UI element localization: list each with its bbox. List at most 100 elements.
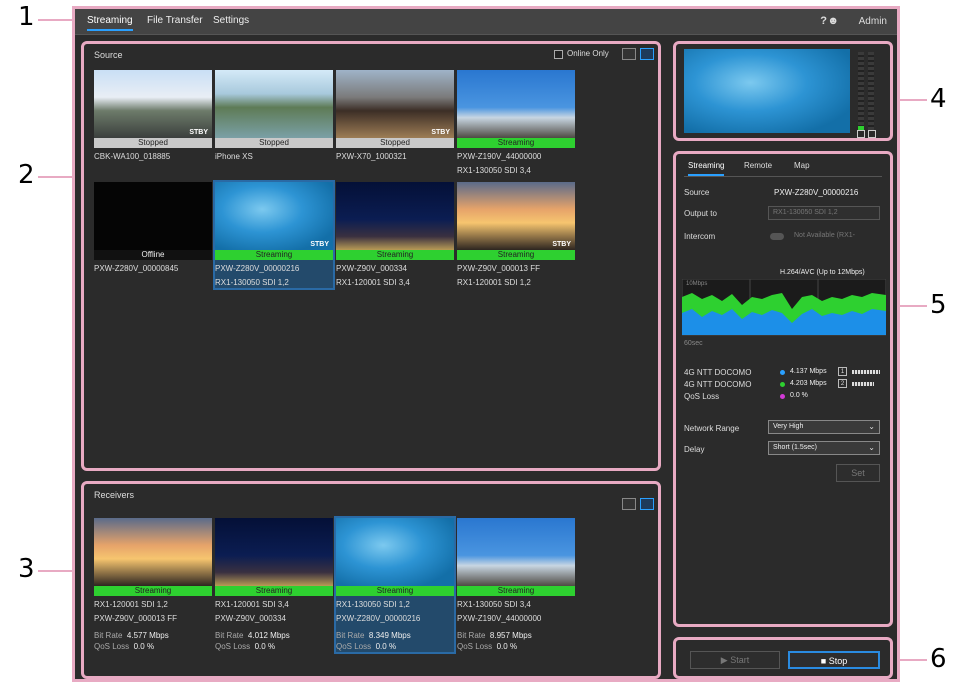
- thumbnail: [336, 182, 454, 250]
- stop-label: Stop: [828, 656, 848, 666]
- source-destination: RX1-130050 SDI 3,4: [457, 166, 531, 175]
- source-tile[interactable]: STBY Stopped CBK-WA100_018885: [94, 70, 212, 165]
- receiver-tile[interactable]: Streaming RX1-130050 SDI 3,4 PXW-Z190V_440…: [457, 518, 575, 652]
- source-tile[interactable]: Streaming PXW-Z90V_000334 RX1-120001 SDI 3…: [336, 182, 454, 288]
- callout-2: 2: [18, 160, 35, 190]
- callout-3: 3: [18, 554, 35, 584]
- graph-title: H.264/AVC (Up to 12Mbps): [780, 269, 865, 276]
- thumbnail: STBY: [94, 70, 212, 138]
- bit-rate-value: 4.012 Mbps: [247, 631, 290, 640]
- graph-ymax: 10Mbps: [686, 281, 708, 287]
- audio-meter-left: [858, 52, 864, 130]
- thumbnail: [336, 518, 454, 586]
- tab-remote[interactable]: Remote: [744, 161, 772, 170]
- receiver-stats: Bit Rate 4.012 Mbps QoS Loss 0.0 %: [215, 630, 333, 652]
- status-badge: Streaming: [457, 250, 575, 260]
- preview-panel: [673, 41, 893, 141]
- bit-rate-value: 8.957 Mbps: [489, 631, 532, 640]
- list-view-icon[interactable]: [622, 498, 636, 510]
- callout-5: 5: [930, 290, 947, 320]
- graph-xlabel: 60sec: [684, 340, 703, 347]
- intercom-toggle[interactable]: [770, 233, 784, 240]
- carrier-1-index: 1: [838, 367, 847, 376]
- source-destination: RX1-130050 SDI 1,2: [215, 278, 289, 287]
- source-name: PXW-Z280V_00000216: [215, 264, 300, 273]
- source-tile[interactable]: Streaming PXW-Z190V_44000000 RX1-130050 SD…: [457, 70, 575, 176]
- tab-streaming-settings[interactable]: Streaming: [688, 161, 725, 176]
- qos-loss-value: 0.0 %: [790, 392, 808, 399]
- network-range-value: Very High: [773, 423, 804, 430]
- carrier-1-dot: [780, 370, 785, 375]
- network-range-select[interactable]: Very High ⌄: [768, 420, 880, 434]
- start-button[interactable]: ▶ Start: [690, 651, 780, 669]
- online-only-checkbox[interactable]: [554, 50, 563, 59]
- grid-view-icon[interactable]: [640, 48, 654, 60]
- stby-badge: STBY: [189, 129, 208, 136]
- source-panel: Source Online Only STBY Stopped CBK-WA100_…: [81, 41, 661, 471]
- carrier-2-index: 2: [838, 379, 847, 388]
- source-tile[interactable]: STBY Streaming PXW-Z90V_000013 FF RX1-12000…: [457, 182, 575, 288]
- bit-rate-label: Bit Rate: [457, 631, 486, 640]
- source-name: PXW-X70_1000321: [336, 152, 407, 161]
- output-to-field[interactable]: RX1-130050 SDI 1,2: [768, 206, 880, 220]
- carrier-2-dot: [780, 382, 785, 387]
- status-badge: Streaming: [336, 586, 454, 596]
- grid-view-icon[interactable]: [640, 498, 654, 510]
- qos-loss-value: 0.0 %: [254, 642, 276, 651]
- thumbnail: [215, 70, 333, 138]
- carrier-2-name: 4G NTT DOCOMO: [684, 380, 752, 389]
- tab-settings[interactable]: Settings: [213, 15, 249, 26]
- play-icon: ▶: [720, 655, 731, 665]
- streaming-settings-panel: Streaming Remote Map Source PXW-Z280V_00…: [673, 151, 893, 627]
- app-window: Streaming File Transfer Settings ? ☻ Adm…: [72, 6, 900, 682]
- user-icon[interactable]: ☻: [827, 15, 839, 27]
- receiver-tile[interactable]: Streaming RX1-120001 SDI 3,4 PXW-Z90V_0003…: [215, 518, 333, 652]
- source-tile[interactable]: Offline PXW-Z280V_00000845: [94, 182, 212, 277]
- source-label: Source: [684, 188, 710, 197]
- tab-streaming[interactable]: Streaming: [87, 15, 133, 31]
- thumbnail: STBY: [215, 182, 333, 250]
- bit-rate-value: 4.577 Mbps: [126, 631, 169, 640]
- thumbnail: [215, 518, 333, 586]
- start-label: Start: [730, 655, 750, 665]
- list-view-icon[interactable]: [622, 48, 636, 60]
- source-tile[interactable]: STBY Streaming PXW-Z280V_00000216 RX1-13005…: [213, 180, 335, 290]
- callout-1-leader: [38, 19, 74, 21]
- status-badge: Streaming: [94, 586, 212, 596]
- bitrate-graph: [682, 279, 886, 336]
- source-tile[interactable]: STBY Stopped PXW-X70_1000321: [336, 70, 454, 165]
- source-value: PXW-Z280V_00000216: [774, 188, 859, 197]
- status-badge: Stopped: [94, 138, 212, 148]
- carrier-2-signal-icon: [852, 382, 874, 386]
- thumbnail: STBY: [336, 70, 454, 138]
- help-icon[interactable]: ?: [820, 15, 827, 27]
- audio-channel-2-icon[interactable]: [868, 130, 876, 138]
- audio-channel-1-icon[interactable]: [857, 130, 865, 138]
- qos-dot: [780, 394, 785, 399]
- receiver-tile[interactable]: Streaming RX1-130050 SDI 1,2 PXW-Z280V_000…: [334, 516, 456, 654]
- intercom-label: Intercom: [684, 232, 716, 241]
- source-tile[interactable]: Stopped iPhone XS: [215, 70, 333, 165]
- admin-label[interactable]: Admin: [859, 16, 887, 27]
- qos-loss-value: 0.0 %: [496, 642, 518, 651]
- receiver-tile[interactable]: Streaming RX1-120001 SDI 1,2 PXW-Z90V_0000…: [94, 518, 212, 652]
- stop-button[interactable]: ■ Stop: [788, 651, 880, 669]
- qos-loss-label: QoS Loss: [215, 642, 251, 651]
- thumbnail: [457, 70, 575, 138]
- tab-file-transfer[interactable]: File Transfer: [147, 15, 203, 26]
- set-button[interactable]: Set: [836, 464, 880, 482]
- source-destination: RX1-120001 SDI 3,4: [336, 278, 410, 287]
- delay-value: Short (1.5sec): [773, 444, 817, 451]
- receiver-name: RX1-120001 SDI 1,2: [94, 600, 168, 609]
- receiver-source: PXW-Z280V_00000216: [336, 614, 421, 623]
- bit-rate-label: Bit Rate: [215, 631, 244, 640]
- receivers-panel: Receivers Streaming RX1-120001 SDI 1,2 PXW…: [81, 481, 661, 679]
- intercom-value: Not Available (RX1-: [794, 232, 855, 239]
- status-badge: Stopped: [215, 138, 333, 148]
- receiver-name: RX1-130050 SDI 3,4: [457, 600, 531, 609]
- receiver-name: RX1-120001 SDI 3,4: [215, 600, 289, 609]
- delay-select[interactable]: Short (1.5sec) ⌄: [768, 441, 880, 455]
- tab-map[interactable]: Map: [794, 161, 810, 170]
- carrier-2-value: 4.203 Mbps: [790, 380, 827, 387]
- bit-rate-value: 8.349 Mbps: [368, 631, 411, 640]
